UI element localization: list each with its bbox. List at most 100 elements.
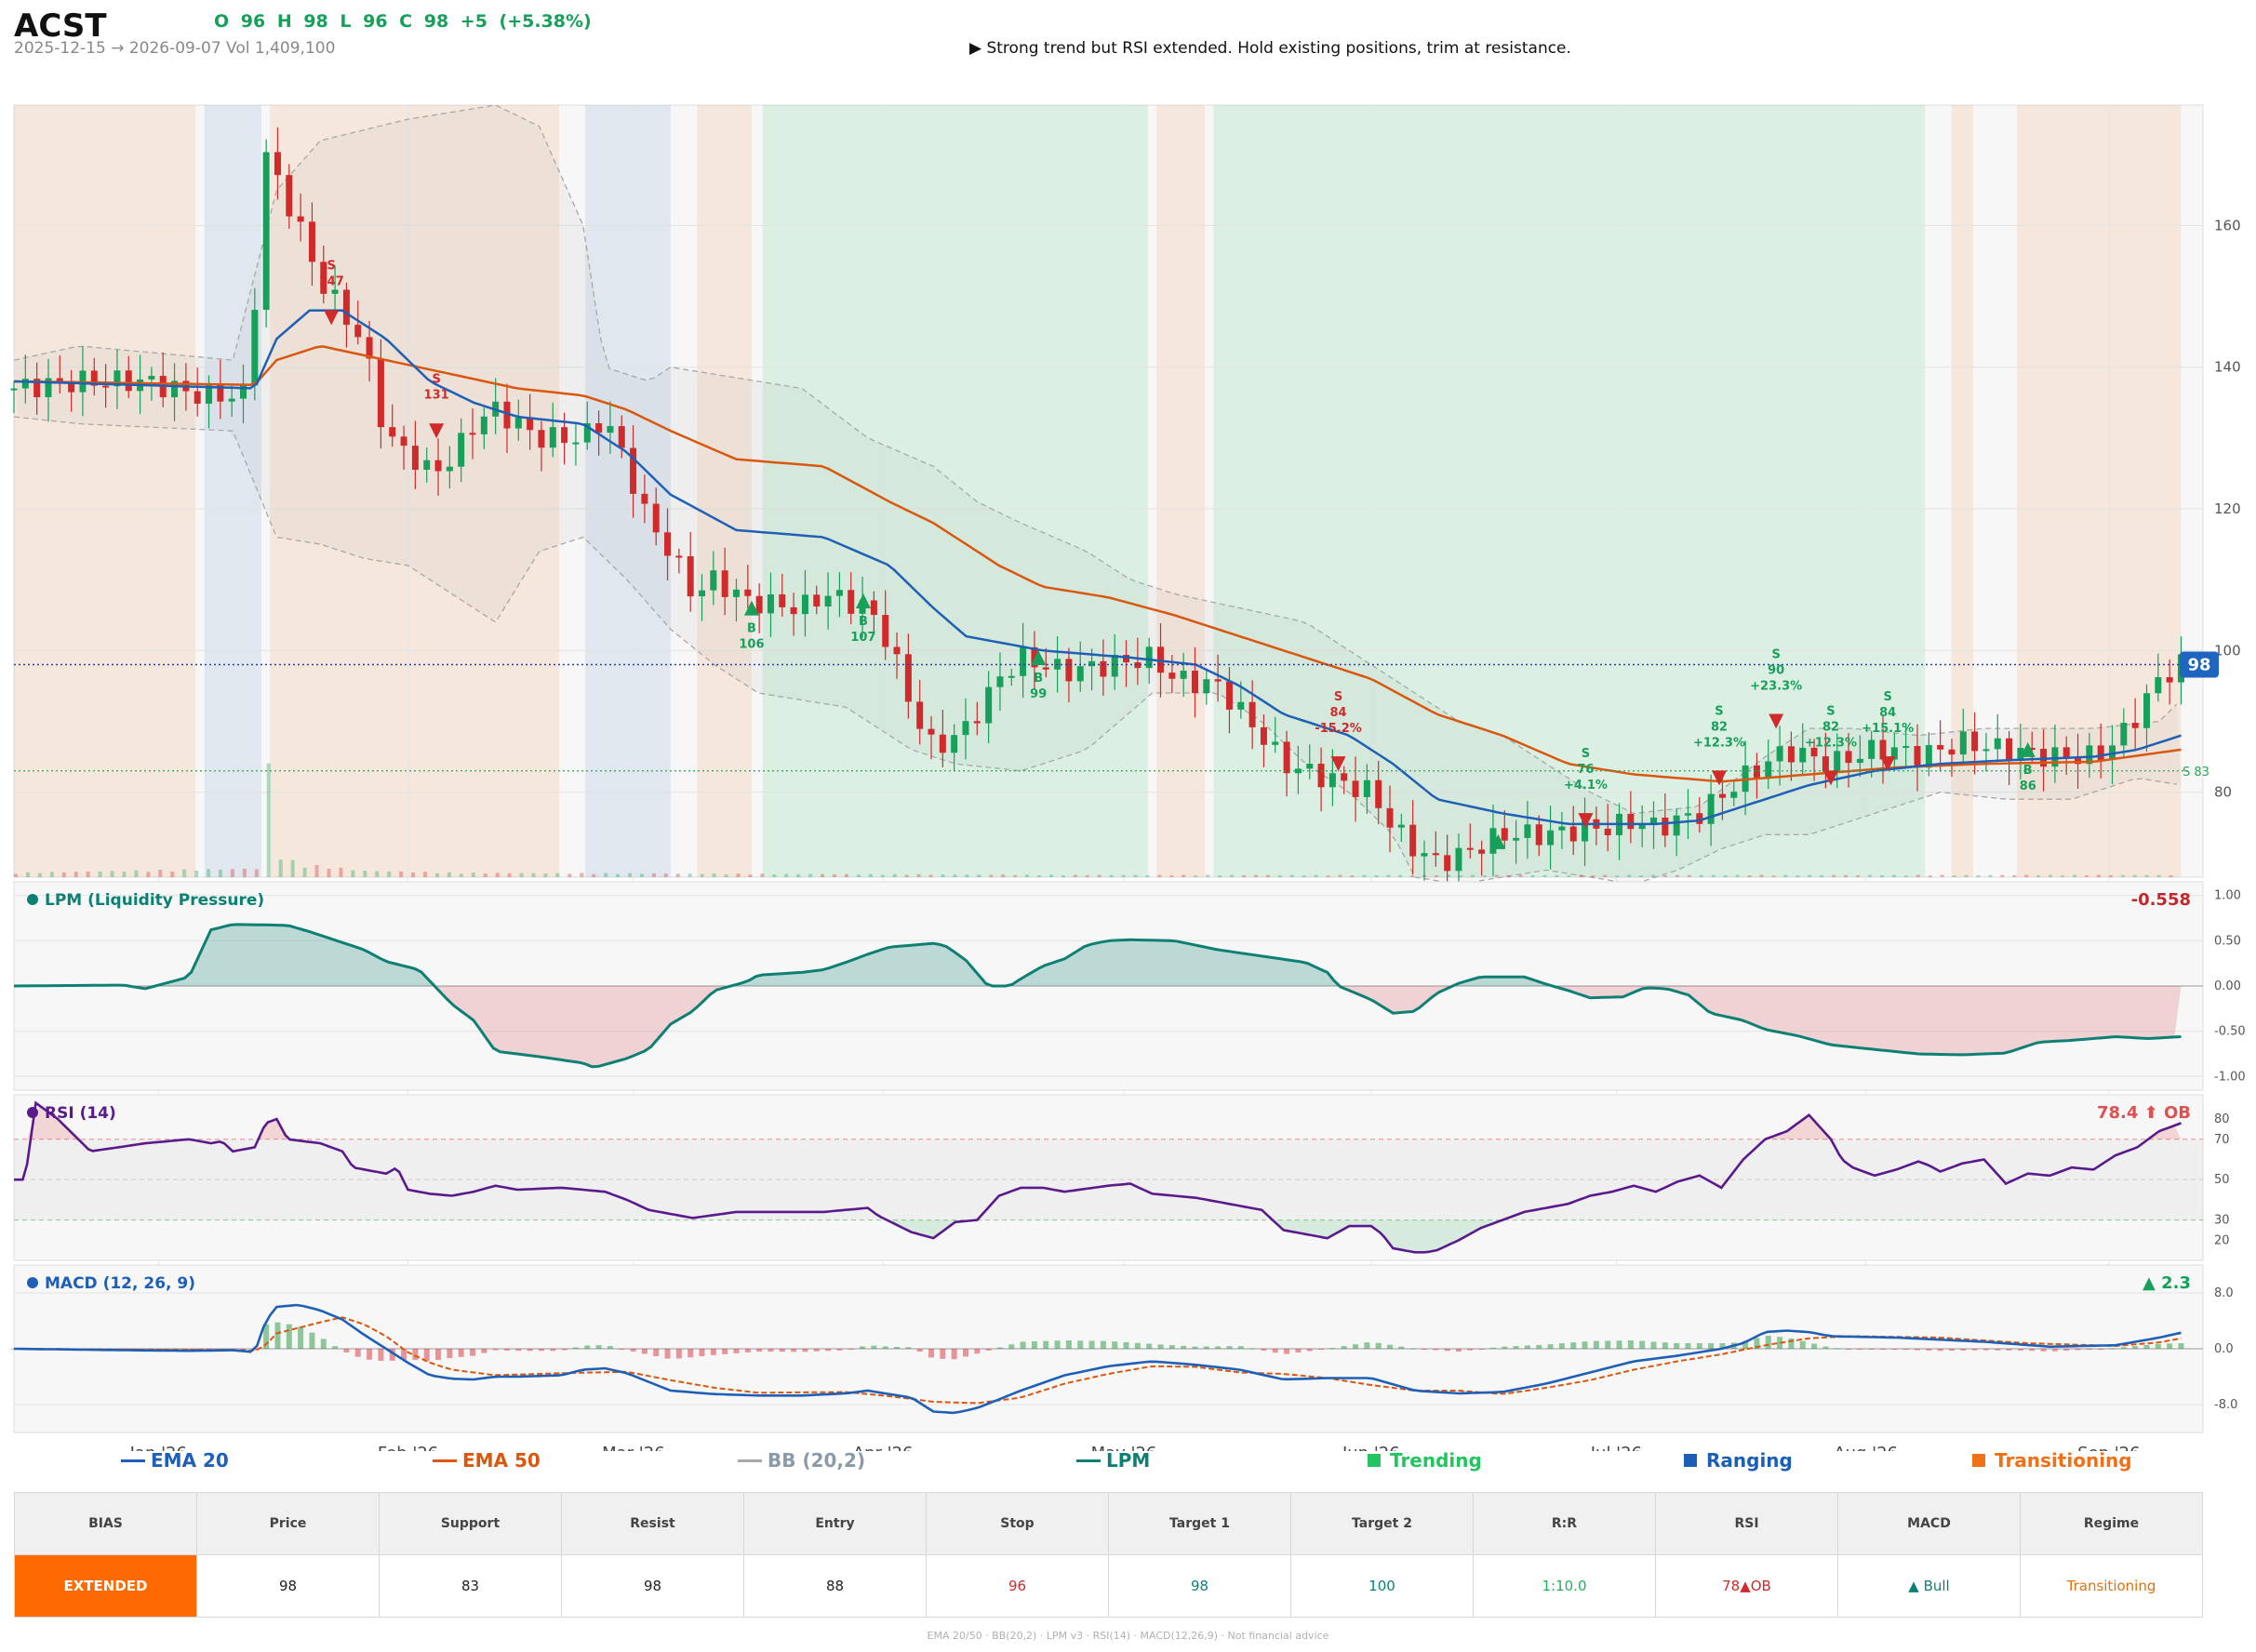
candle-body <box>1065 659 1073 682</box>
candle-body <box>916 701 924 729</box>
signal-label: +12.3% <box>1693 736 1745 750</box>
candle-body <box>1662 817 1669 836</box>
volume-bar <box>748 874 753 877</box>
macd-histogram-bar <box>1215 1346 1221 1349</box>
table-cell-support: 83 <box>379 1554 562 1618</box>
volume-bar <box>1759 874 1764 877</box>
candle-body <box>446 466 453 472</box>
macd-histogram-bar <box>1857 1349 1863 1350</box>
volume-bar <box>158 870 163 877</box>
candle-body <box>824 595 832 607</box>
volume-bar <box>1097 874 1101 877</box>
signal-label: 106 <box>739 638 764 652</box>
volume-bar <box>592 873 596 877</box>
macd-histogram-bar <box>1674 1342 1680 1349</box>
macd-histogram-bar <box>664 1349 671 1359</box>
macd-histogram-bar <box>813 1349 820 1352</box>
signal-label: 84 <box>1879 706 1896 720</box>
macd-histogram-bar <box>378 1349 384 1361</box>
signal-label: B <box>859 615 868 629</box>
legend-lpm: LPM <box>1076 1449 1150 1472</box>
lpm-tick-label: -0.50 <box>2214 1025 2246 1039</box>
macd-histogram-bar <box>1020 1341 1026 1349</box>
table-cell-stop: 96 <box>926 1554 1109 1618</box>
volume-bar <box>1988 874 1993 877</box>
volume-bar <box>1771 875 1776 877</box>
volume-bar <box>73 872 78 877</box>
rsi-tick-label: 50 <box>2214 1173 2230 1187</box>
candle-body <box>1822 756 1829 772</box>
volume-bar <box>1662 874 1667 877</box>
volume-bar <box>2049 874 2053 877</box>
macd-histogram-bar <box>1341 1346 1347 1349</box>
candle-body <box>1753 765 1760 779</box>
candle-body <box>652 503 660 533</box>
volume-bar <box>1916 874 1920 877</box>
macd-histogram-bar <box>1157 1344 1164 1349</box>
macd-histogram-bar <box>1902 1349 1909 1351</box>
volume-bar <box>712 873 716 877</box>
candle-body <box>262 152 270 311</box>
price-tick-label: 160 <box>2214 217 2241 233</box>
volume-bar <box>928 874 933 877</box>
macd-histogram-bar <box>1650 1341 1657 1349</box>
macd-histogram-bar <box>2155 1343 2161 1349</box>
table-header-target-1: Target 1 <box>1108 1492 1291 1555</box>
rsi-tick-label: 80 <box>2214 1112 2230 1126</box>
legend-lpm-label: LPM <box>1106 1449 1151 1472</box>
volume-bar <box>1615 875 1620 877</box>
volume-bar <box>1133 874 1138 877</box>
macd-histogram-bar <box>503 1349 510 1351</box>
signal-label: 82 <box>1711 720 1728 734</box>
macd-histogram-bar <box>1627 1340 1634 1349</box>
legend-ema50-label: EMA 50 <box>462 1449 541 1472</box>
macd-histogram-bar <box>561 1349 567 1351</box>
candle-body <box>1707 793 1715 824</box>
legend-bb-label: BB (20,2) <box>768 1449 866 1472</box>
candle-body <box>1971 731 1979 752</box>
table-cell-r-r: 1:10.0 <box>1473 1554 1656 1618</box>
volume-bar <box>1398 874 1403 877</box>
volume-bar <box>507 873 512 877</box>
candle-body <box>1111 655 1118 677</box>
volume-bar <box>1494 874 1499 877</box>
macd-histogram-bar <box>354 1349 361 1357</box>
macd-histogram-bar <box>768 1349 774 1352</box>
table-header-stop: Stop <box>926 1492 1109 1555</box>
candle-body <box>1020 646 1027 676</box>
volume-bar <box>219 869 223 877</box>
table-header-rsi: RSI <box>1655 1492 1838 1555</box>
trade-summary-table: BIAS Price Support Resist Entry Stop Target 1T… <box>14 1492 2203 1618</box>
candle-body <box>1627 813 1635 830</box>
macd-histogram-bar <box>2143 1345 2150 1349</box>
candle-body <box>56 378 63 381</box>
lpm-value-label: -0.558 <box>2131 890 2191 910</box>
candle-body <box>732 589 740 597</box>
signal-label: S <box>432 372 440 386</box>
candle-body <box>1501 828 1508 841</box>
candle-body <box>354 325 362 338</box>
candle-body <box>1283 741 1290 774</box>
lpm-tick-label: 1.00 <box>2214 889 2241 903</box>
volume-bar <box>1265 874 1270 877</box>
macd-histogram-bar <box>756 1349 763 1352</box>
volume-bar <box>1891 874 1896 877</box>
macd-histogram-bar <box>286 1324 292 1349</box>
macd-histogram-bar <box>1329 1348 1336 1350</box>
macd-histogram-bar <box>1513 1346 1519 1349</box>
volume-bar <box>110 871 114 877</box>
legend-transitioning: Transitioning <box>1972 1449 2132 1472</box>
macd-histogram-bar <box>458 1349 464 1357</box>
signal-label: +12.3% <box>1805 736 1857 750</box>
candle-body <box>1214 679 1221 682</box>
macd-histogram-bar <box>1995 1349 2001 1351</box>
candle-body <box>538 430 545 448</box>
volume-bar <box>339 867 343 877</box>
signal-label: 82 <box>1822 720 1839 734</box>
macd-histogram-bar <box>928 1349 935 1358</box>
candle-body <box>779 594 786 607</box>
candle-body <box>710 570 717 591</box>
legend-trending-label: Trending <box>1390 1449 1482 1472</box>
volume-bar <box>772 874 777 877</box>
macd-histogram-bar <box>1353 1344 1359 1349</box>
